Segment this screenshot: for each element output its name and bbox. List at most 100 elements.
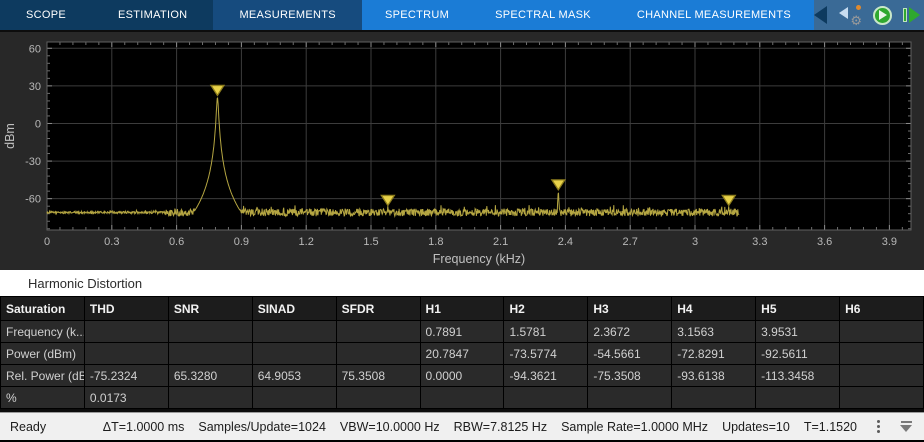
- table-row: Power (dBm)20.7847-73.5774-54.5661-72.82…: [1, 343, 924, 365]
- table-cell: 65.3280: [168, 365, 252, 387]
- table-cell: [252, 387, 336, 409]
- table-header-saturation: Saturation: [1, 297, 85, 321]
- table-header-h1: H1: [420, 297, 504, 321]
- tab-scope[interactable]: SCOPE: [0, 0, 92, 30]
- x-tick-label: 2.7: [623, 236, 638, 248]
- table-header-h4: H4: [672, 297, 756, 321]
- play-icon: [879, 10, 887, 20]
- status-item: Updates=10: [722, 420, 790, 434]
- x-tick-label: 3.9: [882, 236, 897, 248]
- status-item: Sample Rate=1.0000 MHz: [561, 420, 708, 434]
- x-tick-label: 0.9: [234, 236, 249, 248]
- step-bar-icon: [903, 8, 907, 22]
- table-cell: [336, 387, 420, 409]
- table-cell: 0.7891: [420, 321, 504, 343]
- x-tick-label: 3: [692, 236, 698, 248]
- table-header-h6: H6: [840, 297, 924, 321]
- table-cell: [504, 387, 588, 409]
- step-back-icon: [839, 7, 848, 19]
- table-cell: 3.1563: [672, 321, 756, 343]
- table-header-h2: H2: [504, 297, 588, 321]
- gear-icon: ⚙: [850, 14, 862, 27]
- table-cell: [168, 321, 252, 343]
- y-axis-label: dBm: [3, 123, 17, 149]
- table-cell: 0.0173: [84, 387, 168, 409]
- y-tick-label: -30: [25, 156, 41, 168]
- status-items: ΔT=1.0000 msSamples/Update=1024VBW=10.00…: [89, 420, 857, 434]
- toolstrip-tabbar: SCOPE ESTIMATION MEASUREMENTS SPECTRUM S…: [0, 0, 924, 30]
- table-cell: 75.3508: [336, 365, 420, 387]
- status-ready: Ready: [10, 420, 46, 434]
- table-cell: [672, 387, 756, 409]
- table-header-h3: H3: [588, 297, 672, 321]
- run-button[interactable]: [873, 6, 892, 25]
- step-forward-button[interactable]: [903, 7, 920, 23]
- table-cell: 3.9531: [756, 321, 840, 343]
- table-cell: [168, 387, 252, 409]
- status-kebab-menu-icon[interactable]: [873, 418, 884, 435]
- table-cell: Frequency (k...: [1, 321, 85, 343]
- tab-spectral-mask[interactable]: SPECTRAL MASK: [472, 0, 614, 30]
- table-header-sinad: SINAD: [252, 297, 336, 321]
- table-cell: -93.6138: [672, 365, 756, 387]
- table-cell: -75.2324: [84, 365, 168, 387]
- y-tick-label: -60: [25, 194, 41, 206]
- table-cell: -72.8291: [672, 343, 756, 365]
- table-row: %0.0173: [1, 387, 924, 409]
- table-cell: -113.3458: [756, 365, 840, 387]
- y-tick-label: 0: [35, 118, 41, 130]
- table-header-h5: H5: [756, 297, 840, 321]
- x-tick-label: 0.6: [169, 236, 184, 248]
- spectrum-scope-area: 00.30.60.91.21.51.82.12.42.733.33.63.960…: [0, 30, 924, 270]
- harmonic-distortion-table: SaturationTHDSNRSINADSFDRH1H2H3H4H5H6Fre…: [0, 296, 924, 409]
- tab-estimation[interactable]: ESTIMATION: [92, 0, 213, 30]
- status-item: Samples/Update=1024: [198, 420, 326, 434]
- step-triangle-icon: [909, 7, 920, 23]
- harmonic-distortion-table-wrap: SaturationTHDSNRSINADSFDRH1H2H3H4H5H6Fre…: [0, 296, 924, 412]
- table-cell: [840, 365, 924, 387]
- table-cell: %: [1, 387, 85, 409]
- table-cell: [840, 387, 924, 409]
- table-header-snr: SNR: [168, 297, 252, 321]
- step-back-options-button[interactable]: ⚙: [838, 5, 862, 25]
- table-header-sfdr: SFDR: [336, 297, 420, 321]
- status-bar: Ready ΔT=1.0000 msSamples/Update=1024VBW…: [0, 412, 924, 440]
- table-cell: 1.5781: [504, 321, 588, 343]
- table-cell: [336, 343, 420, 365]
- x-tick-label: 1.5: [363, 236, 378, 248]
- table-cell: -73.5774: [504, 343, 588, 365]
- table-cell: Rel. Power (dB...: [1, 365, 85, 387]
- y-tick-label: 60: [29, 43, 41, 55]
- table-cell: [84, 321, 168, 343]
- tab-spectrum[interactable]: SPECTRUM: [362, 0, 472, 30]
- measurement-panel-header: Harmonic Distortion: [0, 270, 924, 296]
- status-item: T=1.1520: [804, 420, 857, 434]
- spectrum-plot[interactable]: 00.30.60.91.21.51.82.12.42.733.33.63.960…: [0, 32, 924, 272]
- table-cell: 0.0000: [420, 365, 504, 387]
- status-item: RBW=7.8125 Hz: [454, 420, 547, 434]
- table-cell: [588, 387, 672, 409]
- table-cell: -92.5611: [756, 343, 840, 365]
- table-cell: [840, 343, 924, 365]
- table-cell: -75.3508: [588, 365, 672, 387]
- y-tick-label: 30: [29, 81, 41, 93]
- table-row: Frequency (k... 0.78911.57812.36723.15633…: [1, 321, 924, 343]
- x-tick-label: 2.4: [558, 236, 573, 248]
- table-cell: 2.3672: [588, 321, 672, 343]
- x-tick-label: 3.3: [752, 236, 767, 248]
- notification-dot: [856, 5, 861, 10]
- x-tick-label: 0.3: [104, 236, 119, 248]
- table-header-thd: THD: [84, 297, 168, 321]
- x-tick-label: 3.6: [817, 236, 832, 248]
- panel-title: Harmonic Distortion: [28, 276, 142, 291]
- table-cell: [840, 321, 924, 343]
- table-cell: -94.3621: [504, 365, 588, 387]
- tab-channel-measurements[interactable]: CHANNEL MEASUREMENTS: [614, 0, 814, 30]
- table-cell: -54.5661: [588, 343, 672, 365]
- collapse-chevron-icon: [814, 6, 827, 24]
- table-cell: [168, 343, 252, 365]
- tab-measurements[interactable]: MEASUREMENTS: [213, 0, 362, 30]
- table-cell: Power (dBm): [1, 343, 85, 365]
- table-cell: [84, 343, 168, 365]
- dock-icon[interactable]: [898, 419, 914, 434]
